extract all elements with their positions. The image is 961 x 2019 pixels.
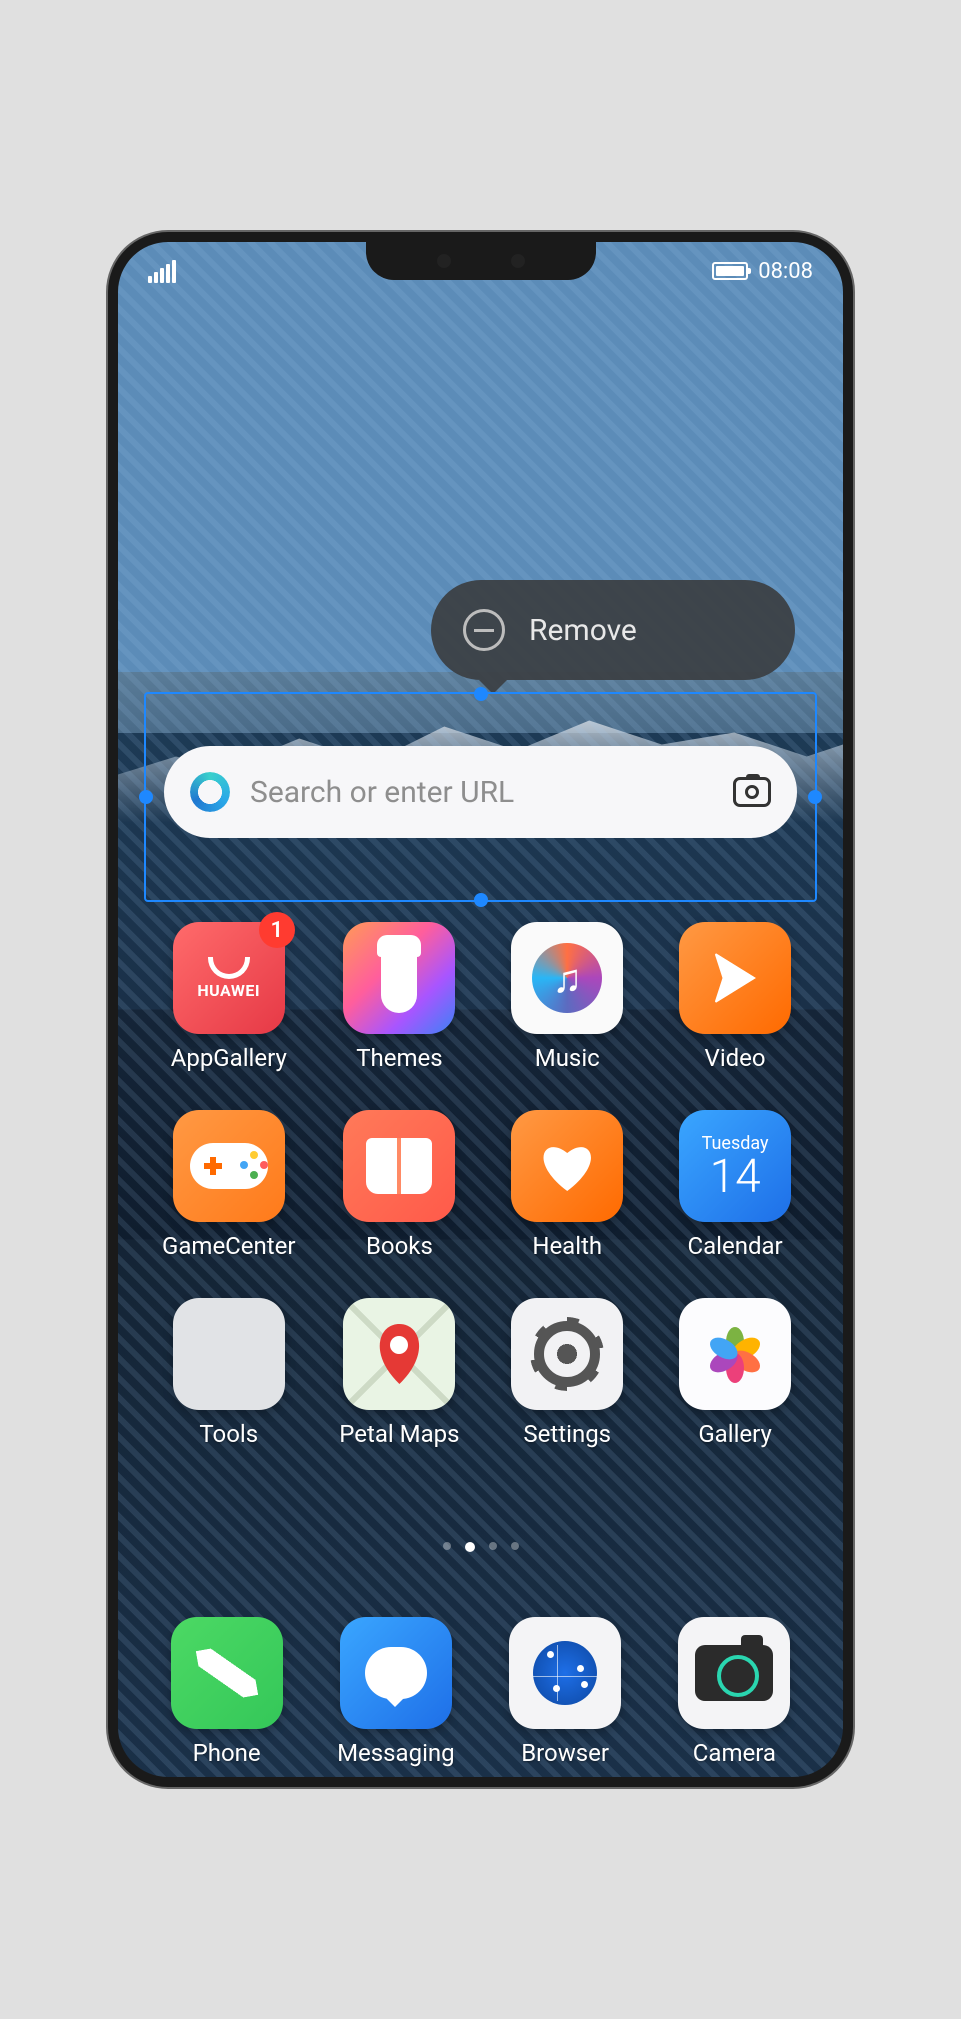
petalmaps-icon [343,1298,455,1410]
dock-messaging[interactable]: Messaging [331,1617,460,1767]
search-widget[interactable]: Search or enter URL [164,746,797,838]
app-label: GameCenter [162,1232,296,1260]
clock: 08:08 [758,259,813,284]
messaging-icon [340,1617,452,1729]
app-tools-folder[interactable]: Tools [162,1298,296,1448]
dock-camera[interactable]: Camera [670,1617,799,1767]
page-dot [489,1542,497,1550]
app-label: Settings [523,1420,611,1448]
phone-icon [171,1617,283,1729]
app-label: Browser [521,1739,609,1767]
appgallery-icon: HUAWEI 1 [173,922,285,1034]
app-calendar[interactable]: Tuesday 14 Calendar [671,1110,799,1260]
page-dot-active [465,1542,475,1552]
petal-search-icon [190,772,230,812]
app-video[interactable]: Video [671,922,799,1072]
health-icon [511,1110,623,1222]
app-label: Camera [693,1739,776,1767]
app-label: Video [705,1044,766,1072]
camera-icon [678,1617,790,1729]
app-books[interactable]: Books [336,1110,464,1260]
app-grid: HUAWEI 1 AppGallery Themes Music Video G… [162,922,799,1448]
app-settings[interactable]: Settings [503,1298,631,1448]
app-label: Tools [199,1420,258,1448]
books-icon [343,1110,455,1222]
video-icon [679,922,791,1034]
gamecenter-icon [173,1110,285,1222]
app-label: Calendar [687,1232,782,1260]
calendar-day: 14 [710,1154,761,1200]
app-label: Messaging [337,1739,455,1767]
browser-icon [509,1617,621,1729]
signal-icon [148,260,176,283]
app-label: Gallery [698,1420,772,1448]
remove-popover[interactable]: Remove [431,580,795,680]
app-label: Phone [193,1739,261,1767]
home-screen[interactable]: 08:08 Remove Search or enter URL HUAWEI [118,242,843,1777]
app-health[interactable]: Health [503,1110,631,1260]
app-label: Music [535,1044,600,1072]
page-dot [443,1542,451,1550]
appgallery-brand: HUAWEI [197,981,260,1000]
app-label: Themes [356,1044,442,1072]
app-themes[interactable]: Themes [336,922,464,1072]
remove-label: Remove [529,613,637,648]
app-gallery[interactable]: Gallery [671,1298,799,1448]
tools-folder-icon [173,1298,285,1410]
page-indicator[interactable] [118,1542,843,1552]
gallery-icon [679,1298,791,1410]
app-appgallery[interactable]: HUAWEI 1 AppGallery [162,922,296,1072]
notification-badge: 1 [259,912,295,948]
resize-handle-right[interactable] [808,790,822,804]
app-petalmaps[interactable]: Petal Maps [336,1298,464,1448]
resize-handle-top[interactable] [474,687,488,701]
resize-handle-bottom[interactable] [474,893,488,907]
dock-browser[interactable]: Browser [501,1617,630,1767]
remove-icon [463,609,505,651]
phone-frame: 08:08 Remove Search or enter URL HUAWEI [108,232,853,1787]
app-label: Books [366,1232,433,1260]
dock: Phone Messaging Browser [162,1617,799,1767]
dock-phone[interactable]: Phone [162,1617,291,1767]
search-placeholder: Search or enter URL [250,775,713,810]
display-notch [366,242,596,280]
resize-handle-left[interactable] [139,790,153,804]
app-gamecenter[interactable]: GameCenter [162,1110,296,1260]
music-icon [511,922,623,1034]
app-label: Health [532,1232,602,1260]
app-label: Petal Maps [339,1420,459,1448]
app-music[interactable]: Music [503,922,631,1072]
calendar-icon: Tuesday 14 [679,1110,791,1222]
settings-icon [511,1298,623,1410]
camera-scan-icon[interactable] [733,777,771,807]
page-dot [511,1542,519,1550]
battery-icon [712,262,748,280]
themes-icon [343,922,455,1034]
app-label: AppGallery [171,1044,287,1072]
